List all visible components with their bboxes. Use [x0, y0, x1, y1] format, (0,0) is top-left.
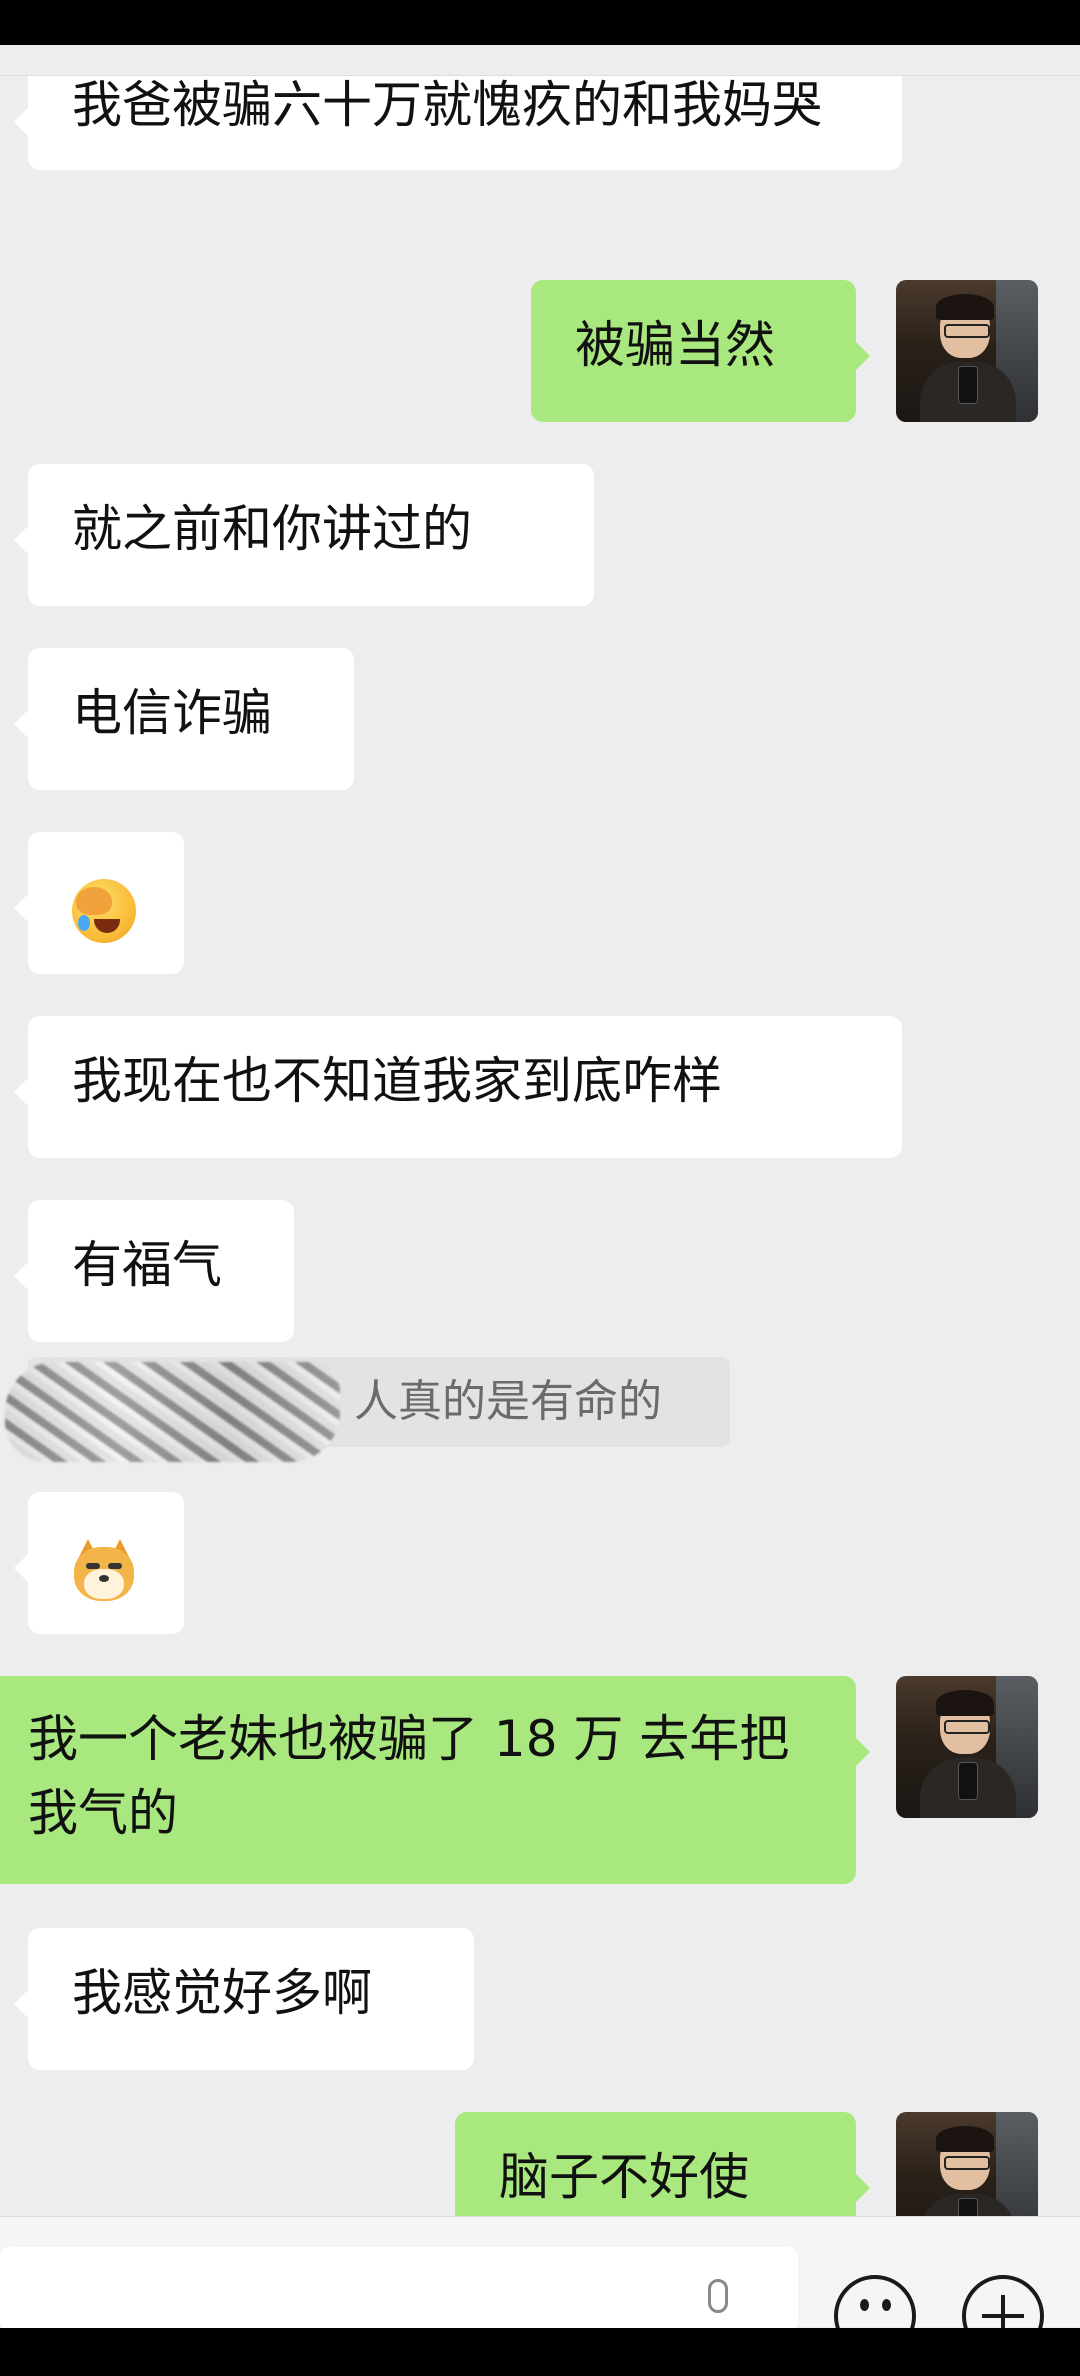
message-incoming[interactable]: 电信诈骗	[14, 648, 354, 790]
message-incoming[interactable]	[14, 832, 184, 974]
facepalm-crying-emoji-icon	[72, 878, 136, 943]
chat-header-edge	[0, 45, 1080, 76]
message-incoming[interactable]: 我现在也不知道我家到底咋样	[14, 1016, 902, 1158]
message-text: 电信诈骗	[72, 684, 272, 742]
message-input[interactable]	[0, 2247, 798, 2331]
message-list[interactable]: 我爸被骗六十万就愧疚的和我妈哭 被骗当然 就之前和你讲过的 电信诈骗 我现在也不…	[0, 76, 1080, 2216]
message-text: 被骗当然	[575, 316, 775, 374]
input-bar	[0, 2216, 1080, 2357]
quoted-reply-text: 人真的是有命的	[354, 1376, 662, 1427]
redacted-image	[5, 1362, 340, 1462]
message-text: 我爸被骗六十万就愧疚的和我妈哭	[72, 76, 822, 134]
message-text: 就之前和你讲过的	[72, 500, 472, 558]
message-outgoing[interactable]: 被骗当然	[531, 280, 870, 422]
microphone-icon[interactable]	[708, 2279, 728, 2313]
status-bar	[0, 0, 1080, 45]
avatar[interactable]	[896, 280, 1038, 422]
message-text: 有福气	[72, 1236, 222, 1294]
message-incoming[interactable]: 就之前和你讲过的	[14, 464, 594, 606]
message-incoming[interactable]: 我爸被骗六十万就愧疚的和我妈哭	[14, 76, 902, 170]
navigation-bar	[0, 2328, 1080, 2376]
message-text: 我现在也不知道我家到底咋样	[72, 1052, 722, 1110]
message-incoming[interactable]: 有福气	[14, 1200, 294, 1342]
